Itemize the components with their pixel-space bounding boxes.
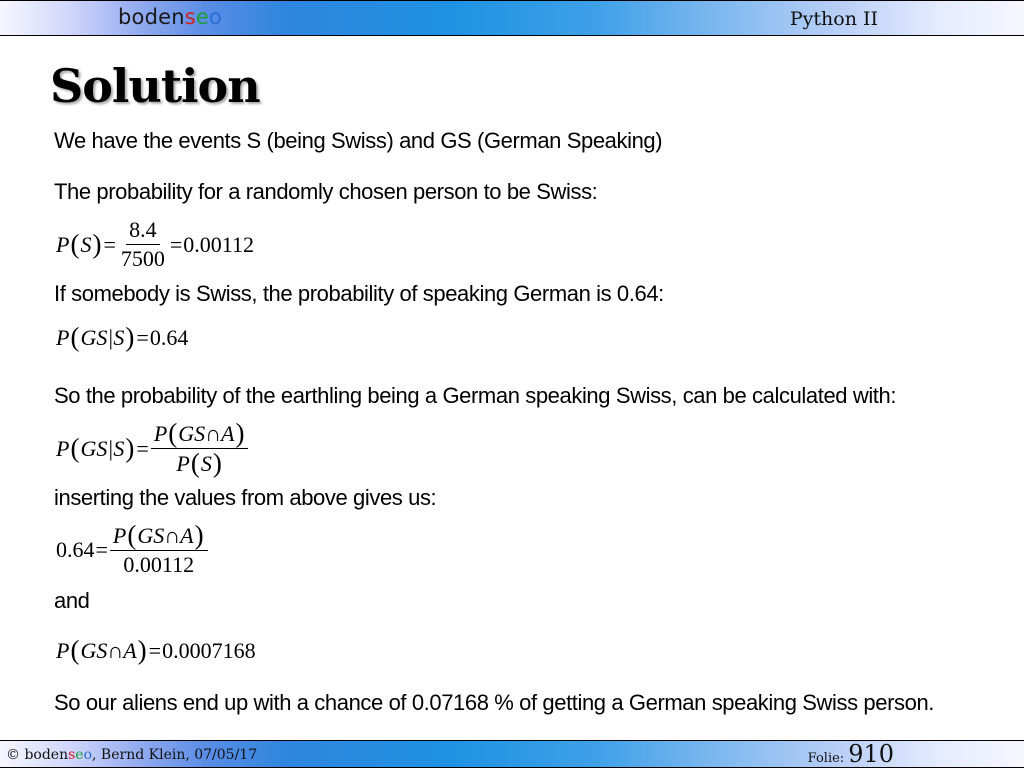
formula-arg: GS|S <box>80 324 125 350</box>
formula-fn: P <box>56 435 70 461</box>
fraction-denominator: 0.00112 <box>123 552 195 577</box>
formula-fn: P <box>153 420 168 446</box>
paragraph-calculation: So the probability of the earthling bein… <box>54 383 897 408</box>
formula-arg: GS∩A <box>137 522 194 548</box>
paragraph-and: and <box>54 588 90 613</box>
copyright-icon: © <box>6 747 20 763</box>
formula-lhs: 0.64 <box>56 537 95 562</box>
formula-p-s: P(S) = 8.4 7500 = 0.00112 <box>56 217 254 272</box>
paragraph-inserting-values: inserting the values from above gives us… <box>54 485 437 510</box>
paragraph-german-given-swiss: If somebody is Swiss, the probability of… <box>54 281 664 306</box>
formula-result: 0.64 <box>149 324 189 350</box>
fraction-numerator: P(GS∩A) <box>109 522 208 551</box>
formula-arg: GS∩A <box>80 637 137 663</box>
paragraph-conclusion: So our aliens end up with a chance of 0.… <box>54 690 935 715</box>
formula-p-gs-given-s: P(GS|S) = 0.64 <box>56 322 189 352</box>
formula-result: 0.00112 <box>183 231 254 257</box>
footer-brand-letter-o: o <box>83 747 93 763</box>
fraction: P(GS∩A) P(S) <box>150 420 249 478</box>
formula-arg: S <box>200 450 212 476</box>
fraction: 8.4 7500 <box>118 217 168 272</box>
footer-credit: © bodenseo, Bernd Klein, 07/05/17 <box>6 746 257 764</box>
footer-brand-part: boden <box>24 747 69 763</box>
slide-title: Solution <box>50 59 261 113</box>
fraction-numerator: 8.4 <box>126 217 160 245</box>
footer-author-date: , Bernd Klein, 07/05/17 <box>92 747 258 763</box>
formula-inserted-values: 0.64 = P(GS∩A) 0.00112 <box>56 522 209 578</box>
bodenseo-logo: bodenseo <box>118 5 222 29</box>
course-title: Python II <box>789 8 878 30</box>
formula-result: 0.0007168 <box>162 637 256 663</box>
formula-fn: P <box>56 324 70 350</box>
footer-brand-letter-e: e <box>75 747 84 763</box>
slide-number-block: Folie: 910 <box>808 741 894 767</box>
fraction: P(GS∩A) 0.00112 <box>109 522 208 578</box>
fraction-denominator: 7500 <box>120 246 165 271</box>
fraction-denominator: P(S) <box>176 448 222 478</box>
header-bar: bodenseo Python II <box>0 0 1024 36</box>
logo-letter-o: o <box>209 5 223 29</box>
formula-arg: S <box>80 231 92 257</box>
formula-fn: P <box>176 450 190 476</box>
formula-conditional-definition: P(GS|S) = P(GS∩A) P(S) <box>56 420 249 477</box>
formula-fn: P <box>56 231 70 257</box>
slide-number: 910 <box>848 740 894 768</box>
slide-number-label: Folie: <box>807 751 845 766</box>
logo-text-part: boden <box>118 5 185 29</box>
paragraph-events: We have the events S (being Swiss) and G… <box>54 128 663 153</box>
fraction-numerator: P(GS∩A) <box>150 420 249 449</box>
logo-letter-e: e <box>195 5 210 29</box>
footer-bar: © bodenseo, Bernd Klein, 07/05/17 Folie:… <box>0 740 1024 768</box>
formula-arg: GS|S <box>80 435 125 461</box>
formula-intersection-result: P(GS∩A) = 0.0007168 <box>56 635 256 665</box>
logo-letter-s: s <box>184 5 196 29</box>
formula-fn: P <box>112 522 127 548</box>
formula-fn: P <box>56 637 70 663</box>
formula-arg: GS∩A <box>178 420 235 446</box>
paragraph-probability-swiss: The probability for a randomly chosen pe… <box>54 179 598 204</box>
